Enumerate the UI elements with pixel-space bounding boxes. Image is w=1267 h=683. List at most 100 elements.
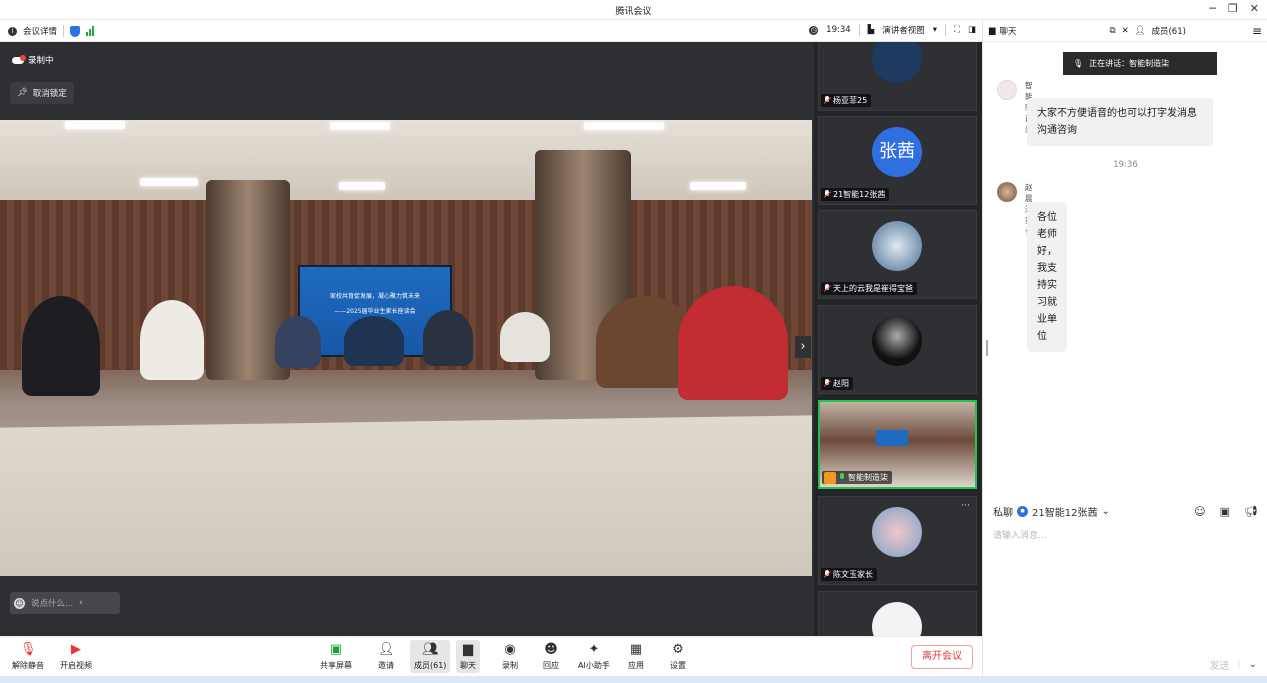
share-screen-button[interactable]: ▣ 共享屏幕 (320, 642, 352, 671)
participant-tile[interactable]: 张茜 21智能12张茜 (818, 116, 977, 205)
attendee (423, 310, 473, 366)
attendee (22, 296, 100, 396)
record-label: 录制 (502, 661, 518, 670)
cloud-record-icon (12, 54, 26, 64)
private-label: 私聊 (993, 507, 1013, 519)
divider: | (1237, 659, 1241, 670)
mini-screen (876, 430, 908, 446)
bottom-toolbar: 🎙︎ 解除静音 ▶ 开启视频 ▣ 共享屏幕 👤︎ 邀请 👥︎ 成员(61) ▆ 聊天 ◉ 录制… (0, 636, 982, 676)
participant-tile-active[interactable]: 智能制造柒 (818, 400, 977, 489)
react-button[interactable]: ☻ 回应 (543, 642, 559, 671)
restore-icon[interactable]: ❐ (1228, 2, 1238, 15)
video-feed: 家校共育促发展，凝心聚力筑未来 ——2025届毕业生家长座谈会 (0, 120, 812, 576)
chat-icon: ▆ (463, 642, 473, 657)
popout-icon[interactable]: ⧉ (1109, 26, 1115, 36)
sidebar-toggle-icon[interactable]: ◨ (968, 25, 976, 35)
attendee (678, 286, 788, 400)
more-options-icon[interactable]: ··· (961, 501, 970, 511)
send-button[interactable]: 发送 (1209, 657, 1229, 672)
record-button[interactable]: ◉ 录制 (502, 642, 518, 671)
participant-tile[interactable] (818, 591, 977, 636)
meeting-time: 19:34 (826, 25, 851, 35)
ceiling-light (690, 182, 746, 190)
members-icon[interactable]: 👤︎ (1135, 26, 1146, 36)
mic-icon: 🎙︎ (1073, 59, 1084, 68)
muted-mic-icon (823, 284, 831, 293)
emoji-icon[interactable]: ☺ (14, 597, 25, 609)
conference-table (0, 415, 812, 576)
signal-icon[interactable] (86, 26, 95, 36)
meeting-details-button[interactable]: 会议详情 (23, 25, 57, 37)
speaking-indicator: 🎙︎ 正在讲话：智能制造柒 (1063, 52, 1217, 75)
chat-toolbar-button[interactable]: ▆ 聊天 (456, 640, 480, 673)
ceiling-light (584, 122, 664, 130)
private-target[interactable]: 21智能12张茜 (1032, 504, 1097, 519)
record-icon: ◉ (504, 642, 516, 657)
leave-meeting-button[interactable]: 离开会议 (911, 645, 973, 669)
participant-tile[interactable]: 杨亚菲25 (818, 42, 977, 111)
avatar (997, 80, 1017, 100)
share-screen-icon: ▣ (329, 642, 343, 657)
shield-icon[interactable] (70, 25, 81, 37)
divider (63, 25, 65, 37)
members-button[interactable]: 成员(61) (1151, 25, 1185, 37)
ai-assistant-button[interactable]: ✦ AI小助手 (578, 642, 610, 671)
chat-input[interactable]: 请输入消息... (993, 528, 1047, 541)
muted-mic-icon (823, 96, 831, 105)
chevron-down-icon[interactable]: ▾ (933, 25, 937, 35)
participant-name: 天上的云我是崔得宝爸 (833, 284, 913, 293)
share-label: 共享屏幕 (320, 661, 352, 670)
ceiling-light (330, 122, 390, 130)
participant-tile[interactable]: 天上的云我是崔得宝爸 (818, 210, 977, 299)
participant-name-tag: 天上的云我是崔得宝爸 (821, 282, 917, 295)
avatar (872, 221, 922, 271)
apps-button[interactable]: ▦ 应用 (628, 642, 644, 671)
participant-tile[interactable]: 赵阳 (818, 305, 977, 394)
image-icon[interactable]: ▣ (1220, 505, 1230, 518)
fullscreen-icon[interactable]: ⛶ (954, 25, 960, 35)
quick-chat-input[interactable]: ☺ 说点什么... ‹ (10, 592, 120, 614)
invite-button[interactable]: 👤︎ 邀请 (378, 642, 395, 671)
participant-name: 21智能12张茜 (833, 190, 886, 199)
main-video-area: 录制中 📌︎ 取消锁定 家校共育促发展，凝心聚力筑未来 ——2025届毕业生家长… (0, 42, 814, 636)
ai-assistant-icon: ✦ (588, 642, 600, 657)
unlock-button[interactable]: 📌︎ 取消锁定 (10, 82, 74, 104)
mic-icon (838, 473, 846, 482)
participant-gallery: 杨亚菲25 张茜 21智能12张茜 天上的云我是崔得宝爸 赵阳 智能制造柒 ··… (814, 42, 982, 636)
settings-label: 设置 (670, 661, 686, 670)
avatar (872, 507, 922, 557)
resize-handle[interactable] (986, 340, 988, 356)
participant-tile[interactable]: ··· 陈文玉家长 (818, 496, 977, 585)
close-chat-icon[interactable]: ✕ (1122, 26, 1129, 36)
chevron-down-icon[interactable]: ⌄ (1249, 659, 1257, 670)
send-area: 发送 | ⌄ (1209, 657, 1257, 672)
view-mode-dropdown[interactable]: 演讲者视图 (882, 24, 925, 36)
attendee (500, 312, 550, 362)
private-chat-selector[interactable]: 私聊 ● 21智能12张茜 ⌄ ☺ ▣ 📢︎ (993, 503, 1258, 519)
ai-label: AI小助手 (578, 661, 610, 670)
unmute-label: 解除静音 (12, 661, 44, 670)
settings-button[interactable]: ⚙ 设置 (670, 642, 686, 671)
video-off-icon: ▶ (71, 642, 81, 657)
menu-icon[interactable]: ≡ (1252, 24, 1262, 38)
next-page-button[interactable]: › (795, 336, 811, 358)
muted-mic-icon: 🎙︎ (20, 642, 37, 657)
minimize-icon[interactable]: ─ (1209, 2, 1216, 15)
view-mode-icon: ▙ (867, 25, 875, 35)
pin-icon: 📌︎ (17, 88, 28, 98)
avatar (872, 602, 922, 636)
unmute-button[interactable]: 🎙︎ 解除静音 (12, 642, 44, 671)
megaphone-icon[interactable]: 📢︎ (1244, 505, 1258, 518)
close-icon[interactable]: ✕ (1250, 2, 1259, 15)
clock-icon: ◷ (809, 25, 819, 35)
banner-line-2: ——2025届毕业生家长座谈会 (334, 308, 416, 315)
emoji-icon[interactable]: ☺ (1194, 505, 1205, 518)
chat-title: 聊天 (999, 26, 1017, 37)
collapse-icon[interactable]: ‹ (79, 598, 82, 608)
members-toolbar-button[interactable]: 👥︎ 成员(61) (410, 640, 451, 673)
chat-panel: ▆ 聊天 ⧉ ✕ 👤︎ 成员(61) ≡ 🎙︎ 正在讲话：智能制造柒 智能制造柒… (982, 20, 1267, 683)
start-video-button[interactable]: ▶ 开启视频 (60, 642, 92, 671)
chevron-down-icon[interactable]: ⌄ (1101, 506, 1109, 517)
muted-mic-icon (823, 570, 831, 579)
info-icon[interactable]: i (8, 26, 17, 36)
